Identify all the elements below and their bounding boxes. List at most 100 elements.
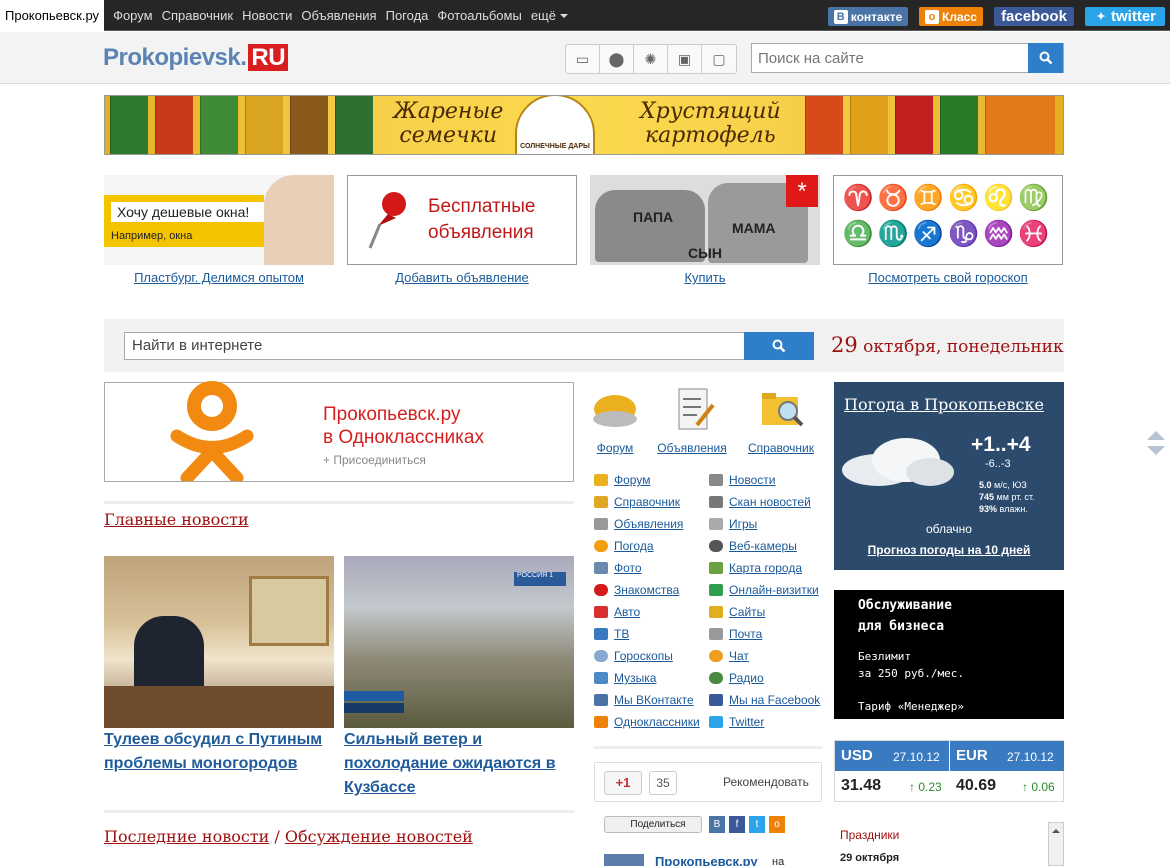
share-vk-icon[interactable]: B: [709, 816, 725, 833]
nav-news[interactable]: Новости: [242, 8, 292, 23]
ad-windows-link[interactable]: Пластбург. Делимся опытом: [104, 270, 334, 285]
ad-free-classifieds[interactable]: Бесплатные объявления: [347, 175, 577, 265]
promo-link[interactable]: Прокопьевск.ру: [655, 854, 758, 866]
scroll-down-icon[interactable]: [1147, 446, 1165, 464]
google-plus-button[interactable]: +1: [604, 771, 642, 795]
snacks-banner[interactable]: Жареные семечки СОЛНЕЧНЫЕ ДАРЫ Хрустящий к…: [104, 95, 1064, 155]
bar-chart-icon: [709, 606, 723, 618]
menu-webcams[interactable]: Веб-камеры: [729, 539, 797, 553]
odnoklassniki-icon: [594, 716, 608, 728]
site-search-button[interactable]: [1028, 43, 1063, 73]
menu-horoscopes[interactable]: Гороскопы: [614, 649, 673, 663]
menu-weather[interactable]: Погода: [614, 539, 654, 553]
ad-horoscope-link[interactable]: Посмотреть свой гороскоп: [833, 270, 1063, 285]
map-pin-icon[interactable]: ⬤: [600, 45, 634, 73]
share-ok-icon[interactable]: o: [769, 816, 785, 833]
web-search-input[interactable]: Найти в интернете: [124, 332, 814, 360]
news-photo-wind[interactable]: РОССИЯ 1: [344, 556, 574, 728]
menu-forum[interactable]: Форум: [614, 473, 650, 487]
nav-weather[interactable]: Погода: [386, 8, 429, 23]
facebook-button[interactable]: facebook: [994, 7, 1074, 26]
menu-news[interactable]: Новости: [729, 473, 775, 487]
weather-title-link[interactable]: Погода в Прокопьевске: [844, 395, 1044, 414]
ad-hoodies-link[interactable]: Купить: [590, 270, 820, 285]
nav-ads[interactable]: Объявления: [301, 8, 376, 23]
share-bar: Поделиться B f t o: [594, 810, 822, 838]
news-discussion-link[interactable]: Обсуждение новостей: [285, 827, 473, 846]
menu-online-cards[interactable]: Онлайн-визитки: [729, 583, 819, 597]
scroll-up-icon[interactable]: [1147, 422, 1165, 440]
big-forum-link[interactable]: Форум: [597, 441, 633, 455]
odnoklassniki-logo-icon: [170, 381, 254, 481]
site-search-input[interactable]: [752, 44, 1028, 72]
big-ads[interactable]: Объявления: [654, 385, 730, 455]
menu-facebook[interactable]: Мы на Facebook: [729, 693, 820, 707]
main-news-heading[interactable]: Главные новости: [104, 510, 249, 529]
share-twitter-icon[interactable]: t: [749, 816, 765, 833]
menu-mail[interactable]: Почта: [729, 627, 762, 641]
share-facebook-icon[interactable]: f: [729, 816, 745, 833]
ad-hoodies[interactable]: ПАПА МАМА СЫН *: [590, 175, 820, 265]
car-icon: [594, 606, 608, 618]
chat-bubble-icon[interactable]: ▭: [566, 45, 600, 73]
web-search-button[interactable]: [744, 332, 814, 360]
menu-music[interactable]: Музыка: [614, 671, 656, 685]
sun-icon[interactable]: ✺: [634, 45, 668, 73]
ad-windows-text: Хочу дешевые окна!: [111, 202, 281, 222]
menu-games[interactable]: Игры: [729, 517, 757, 531]
menu-chat[interactable]: Чат: [729, 649, 749, 663]
menu-vk[interactable]: Мы ВКонтакте: [614, 693, 694, 707]
share-button[interactable]: Поделиться: [604, 816, 702, 833]
vk-button[interactable]: Bконтакте: [828, 7, 908, 26]
news-title[interactable]: Сильный ветер и похолодание ожидаются в …: [344, 728, 580, 800]
big-forum[interactable]: Форум: [589, 385, 641, 455]
big-directory-link[interactable]: Справочник: [748, 441, 814, 455]
site-link[interactable]: Прокопьевск.ру: [0, 0, 105, 31]
monitor-icon[interactable]: ▢: [702, 45, 736, 73]
menu-photo[interactable]: Фото: [614, 561, 642, 575]
business-ad[interactable]: Обслуживание для бизнеса Безлимит за 250 р…: [834, 590, 1064, 719]
google-plus-widget: +1 35 Рекомендовать: [594, 762, 822, 802]
recommend-label: Рекомендовать: [723, 775, 809, 789]
hoodie-text-son: СЫН: [688, 245, 722, 261]
package-image: [335, 96, 373, 154]
menu-sites[interactable]: Сайты: [729, 605, 765, 619]
holidays-scrollbar[interactable]: [1048, 822, 1064, 866]
nav-more[interactable]: ещё: [531, 8, 568, 23]
logo-text: Prokopievsk.: [103, 44, 247, 71]
nav-directory[interactable]: Справочник: [162, 8, 234, 23]
twitter-button[interactable]: ✦ twitter: [1085, 7, 1165, 26]
menu-news-scan[interactable]: Скан новостей: [729, 495, 811, 509]
header: Prokopievsk. RU ▭ ⬤ ✺ ▣ ▢: [0, 32, 1170, 84]
menu-directory[interactable]: Справочник: [614, 495, 680, 509]
weather-forecast-link[interactable]: Прогноз погоды на 10 дней: [834, 543, 1064, 557]
menu-ads[interactable]: Объявления: [614, 517, 683, 531]
weather-temp: +1..+4: [971, 433, 1031, 456]
menu-dating[interactable]: Знакомства: [614, 583, 679, 597]
big-ads-link[interactable]: Объявления: [657, 441, 726, 455]
menu-auto[interactable]: Авто: [614, 605, 640, 619]
map-icon: [709, 562, 723, 574]
camera-icon[interactable]: ▣: [668, 45, 702, 73]
menu-radio[interactable]: Радио: [729, 671, 764, 685]
big-directory[interactable]: Справочник: [744, 385, 818, 455]
news-title[interactable]: Тулеев обсудил с Путиным проблемы моного…: [104, 728, 340, 776]
search-icon: [772, 339, 786, 353]
nav-forum[interactable]: Форум: [113, 8, 153, 23]
menu-city-map[interactable]: Карта города: [729, 561, 802, 575]
twitter-icon: [709, 716, 723, 728]
menu-odnoklassniki[interactable]: Одноклассники: [614, 715, 700, 729]
nav-photos[interactable]: Фотоальбомы: [437, 8, 521, 23]
odnoklassniki-banner[interactable]: Прокопьевск.ру в Одноклассниках + Присоед…: [104, 381, 574, 482]
ok-join-link[interactable]: + Присоединиться: [323, 453, 426, 467]
ad-horoscope[interactable]: ♈♉♊♋♌♍ ♎♏♐♑♒♓: [833, 175, 1063, 265]
heart-icon: [594, 584, 608, 596]
ad-classifieds-link[interactable]: Добавить объявление: [347, 270, 577, 285]
last-news-link[interactable]: Последние новости: [104, 827, 269, 846]
site-logo[interactable]: Prokopievsk. RU: [103, 44, 289, 72]
ad-windows[interactable]: Хочу дешевые окна! Например, окна: [104, 175, 334, 265]
news-photo-putin[interactable]: [104, 556, 334, 728]
menu-tv[interactable]: ТВ: [614, 627, 629, 641]
menu-twitter[interactable]: Twitter: [729, 715, 764, 729]
ok-button[interactable]: o Класс: [919, 7, 983, 26]
